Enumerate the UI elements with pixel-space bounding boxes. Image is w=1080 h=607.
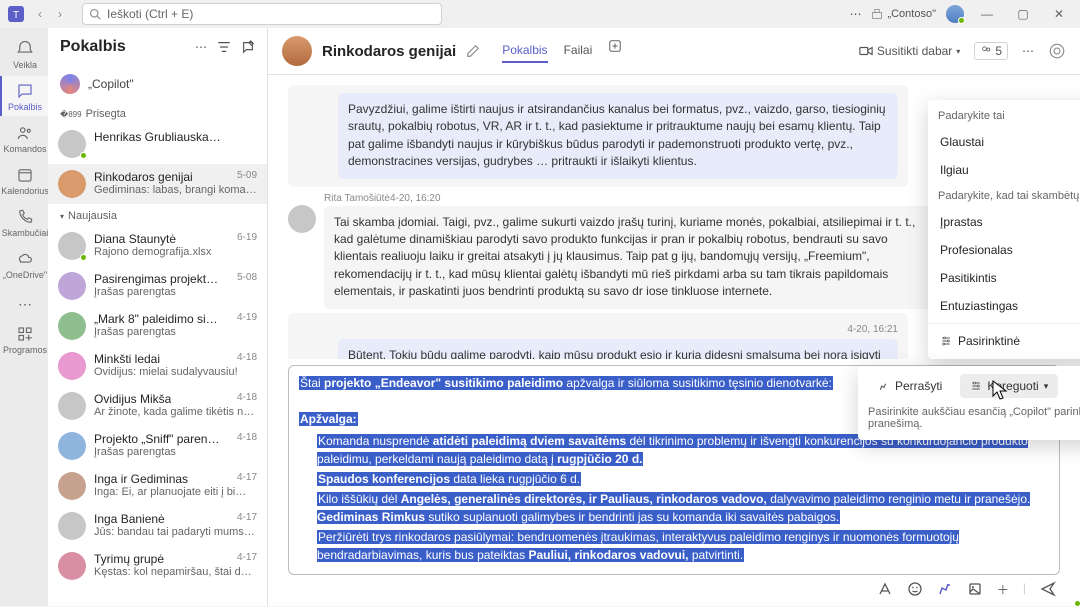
search-icon	[89, 8, 101, 20]
copilot-label: „Copilot"	[88, 77, 134, 91]
dropdown-section: Padarykite, kad tai skambėtų	[928, 184, 1080, 208]
tab-files[interactable]: Failai	[564, 39, 593, 63]
dropdown-option-long[interactable]: Ilgiau	[928, 156, 1080, 184]
dropdown-option-short[interactable]: Glaustai	[928, 128, 1080, 156]
chat-entry[interactable]: Inga ir Gediminas4-17Inga: Ei, ar planuo…	[48, 466, 267, 506]
format-icon[interactable]	[877, 581, 893, 598]
dropdown-option-pro[interactable]: Profesionalas	[928, 236, 1080, 264]
rewrite-tab-adjust[interactable]: Koreguoti ▾	[960, 374, 1058, 398]
sender-avatar[interactable]	[288, 205, 316, 233]
teams-logo-icon: T	[8, 6, 24, 22]
chat-entry[interactable]: „Mark 8" paleidimo sinchronizavimas4-19Į…	[48, 306, 267, 346]
copilot-header-icon[interactable]	[1048, 42, 1066, 60]
tab-chat[interactable]: Pokalbis	[502, 39, 547, 63]
search-input[interactable]: Ieškoti (Ctrl + E)	[82, 3, 442, 25]
compose-add-icon[interactable]: ＋	[997, 581, 1009, 598]
dropdown-option-enth[interactable]: Entuziastingas	[928, 292, 1080, 320]
org-name: „Contoso"	[887, 8, 936, 20]
chat-entry[interactable]: Ovidijus Mikša4-18Ar žinote, kada galime…	[48, 386, 267, 426]
dropdown-section: Padarykite tai	[928, 104, 1080, 128]
chat-title: Rinkodaros genijai	[322, 43, 456, 60]
new-chat-icon[interactable]	[241, 40, 255, 54]
chat-entry[interactable]: Diana Staunytė6-19Rajono demografija.xls…	[48, 226, 267, 266]
chat-list-panel: Pokalbis ⋯ „Copilot" �899Prisegta Henrik…	[48, 28, 268, 606]
header-more-icon[interactable]: ⋯	[1022, 44, 1034, 58]
filter-icon[interactable]	[217, 40, 231, 54]
message-bubble: Tai skamba įdomiai. Taigi, pvz., galime …	[324, 206, 944, 309]
participants-button[interactable]: 5	[974, 42, 1008, 60]
message-bubble-mine: Būtent. Tokiu būdu galime parodyti, kaip…	[338, 339, 898, 359]
rail-activity[interactable]: Veikla	[0, 34, 48, 74]
meet-now-button[interactable]: Susitikti dabar▾	[859, 44, 960, 58]
org-switcher[interactable]: „Contoso"	[871, 8, 936, 20]
chatlist-title: Pokalbis	[60, 38, 195, 56]
message-bubble-mine: Pavyzdžiui, galime ištirti naujus ir ats…	[338, 93, 898, 179]
user-avatar[interactable]	[946, 5, 964, 23]
copilot-entry[interactable]: „Copilot"	[48, 66, 267, 102]
rail-teams[interactable]: Komandos	[0, 118, 48, 158]
rail-label: Programos	[3, 345, 47, 355]
chat-entry[interactable]: Inga Banienė4-17Jūs: bandau tai padaryti…	[48, 506, 267, 546]
titlebar: T ‹ › Ieškoti (Ctrl + E) ⋯ „Contoso" — ▢…	[0, 0, 1080, 28]
rail-calls[interactable]: Skambučiai	[0, 202, 48, 242]
dropdown-option-normal[interactable]: Įprastas	[928, 208, 1080, 236]
app-rail: Veikla Pokalbis Komandos Kalendorius Ska…	[0, 28, 48, 606]
dropdown-option-confident[interactable]: Pasitikintis	[928, 264, 1080, 292]
edit-title-icon[interactable]	[466, 44, 480, 58]
chat-entry[interactable]: Projekto „Sniff" parengimo paleidimui …4…	[48, 426, 267, 466]
chat-header: Rinkodaros genijai Pokalbis Failai Susit…	[268, 28, 1080, 75]
rail-more[interactable]: ⋯	[0, 290, 48, 317]
sliders-icon	[970, 380, 982, 392]
rail-label: „OneDrive"	[3, 270, 47, 280]
nav-forward-icon[interactable]: ›	[52, 7, 68, 21]
copilot-compose-icon[interactable]	[937, 581, 953, 598]
chat-entry[interactable]: Henrikas Grubliauskas (jūs)	[48, 124, 267, 164]
svg-text:T: T	[13, 10, 19, 21]
rail-label: Kalendorius	[1, 186, 49, 196]
section-recent: ▾Naujausia	[48, 204, 267, 226]
nav-back-icon[interactable]: ‹	[32, 7, 48, 21]
dropdown-option-custom[interactable]: Pasirinktinė	[928, 327, 1080, 355]
attach-icon[interactable]	[967, 581, 983, 598]
chat-entry[interactable]: Minkšti ledai4-18Ovidijus: mielai sudaly…	[48, 346, 267, 386]
rail-apps[interactable]: Programos	[0, 319, 48, 359]
send-icon[interactable]	[1040, 581, 1056, 598]
chat-entry[interactable]: Rinkodaros genijai5-09Gediminas: labas, …	[48, 164, 267, 204]
rail-label: Veikla	[13, 60, 37, 70]
rail-chat[interactable]: Pokalbis	[0, 76, 48, 116]
rewrite-tab-rewrite[interactable]: Perrašyti	[868, 374, 952, 398]
chat-entry[interactable]: Tyrimų grupė4-17Kęstas: kol nepamiršau, …	[48, 546, 267, 586]
sparkle-icon	[878, 380, 890, 392]
message-meta: 4-20, 16:21	[338, 323, 898, 338]
rail-label: Skambučiai	[2, 228, 49, 238]
rail-label: Pokalbis	[8, 102, 42, 112]
copilot-icon	[60, 74, 80, 94]
chat-entry[interactable]: Pasirengimas projektui „Avalon" pale…5-0…	[48, 266, 267, 306]
rail-onedrive[interactable]: „OneDrive"	[0, 244, 48, 284]
org-icon	[871, 8, 883, 20]
add-tab-icon[interactable]	[608, 39, 622, 63]
chat-main: Rinkodaros genijai Pokalbis Failai Susit…	[268, 28, 1080, 606]
rewrite-popup: Perrašyti Koreguoti ▾ ✕ Pasirinkite aukš…	[858, 366, 1080, 440]
chatlist-more-icon[interactable]: ⋯	[195, 40, 207, 54]
rewrite-hint: Pasirinkite aukščiau esančią „Copilot" p…	[868, 406, 1080, 430]
rail-calendar[interactable]: Kalendorius	[0, 160, 48, 200]
emoji-icon[interactable]	[907, 581, 923, 598]
more-icon[interactable]: ⋯	[849, 7, 861, 21]
sliders-icon	[940, 335, 952, 347]
rail-label: Komandos	[3, 144, 46, 154]
window-maximize-icon[interactable]: ▢	[1010, 7, 1036, 21]
window-close-icon[interactable]: ✕	[1046, 7, 1072, 21]
adjust-dropdown: Padarykite tai Glaustai Ilgiau Padarykit…	[928, 100, 1080, 359]
chat-avatar[interactable]	[282, 36, 312, 66]
section-pinned: �899Prisegta	[48, 102, 267, 124]
search-placeholder: Ieškoti (Ctrl + E)	[107, 7, 193, 21]
window-minimize-icon[interactable]: —	[974, 7, 1000, 21]
